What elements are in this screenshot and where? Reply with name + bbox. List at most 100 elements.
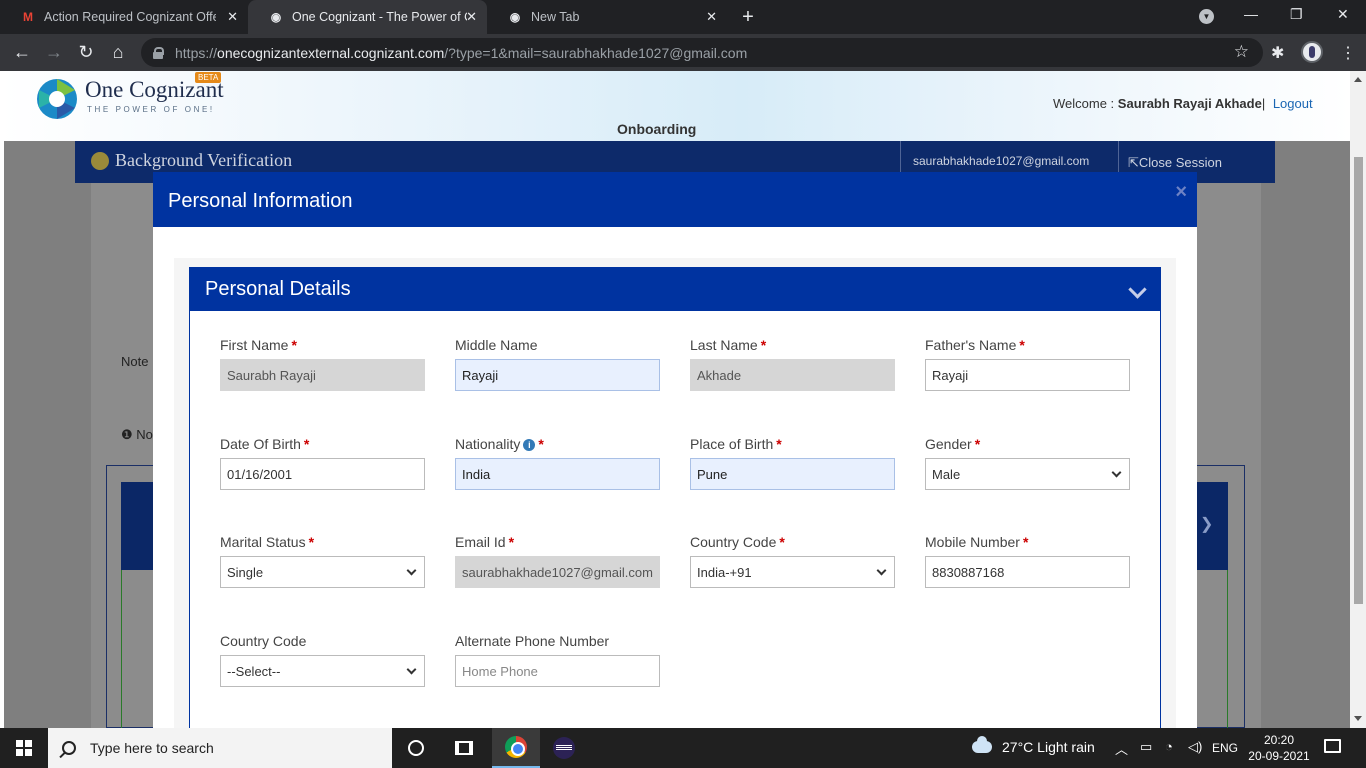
chevron-down-icon [1111,467,1122,477]
nationality-input[interactable]: India [455,458,660,490]
personal-details-panel: Personal Details First Name * Saurabh Ray… [189,267,1161,728]
minimize-icon[interactable]: — [1244,6,1258,22]
panel-header[interactable]: Personal Details [190,268,1160,311]
menu-kebab-icon[interactable]: ⋮ [1340,43,1356,63]
forward-icon[interactable]: → [44,42,64,63]
search-icon [62,741,76,755]
restore-icon[interactable]: ❐ [1290,6,1303,23]
gender-select[interactable]: Male [925,458,1130,490]
task-view-button[interactable] [440,728,488,768]
cortana-button[interactable] [392,728,440,768]
country-code-select[interactable]: India-+91 [690,556,895,588]
tab-search-icon[interactable]: ▼ [1199,9,1214,24]
page-scrollbar[interactable] [1350,71,1366,728]
close-icon[interactable]: ✕ [706,9,717,25]
chevron-down-icon: ❯ [1200,516,1214,533]
task-view-icon [455,741,473,755]
scroll-up-icon[interactable] [1354,77,1362,82]
close-icon[interactable]: ✕ [227,9,238,25]
marital-status-label: Marital Status [220,534,306,550]
chevron-up-icon[interactable]: ︿ [1115,739,1128,758]
dob-input[interactable]: 01/16/2001 [220,458,425,490]
father-name-input[interactable]: Rayaji [925,359,1130,391]
close-session-button[interactable]: ⇱Close Session [1128,155,1222,171]
marital-status-select[interactable]: Single [220,556,425,588]
bookmark-star-icon[interactable]: ☆ [1234,42,1249,62]
eclipse-icon [553,737,575,759]
mobile-number-label: Mobile Number [925,534,1020,550]
back-icon[interactable]: ← [12,42,32,63]
mobile-number-input[interactable]: 8830887168 [925,556,1130,588]
first-name-input[interactable]: Saurabh Rayaji [220,359,425,391]
alt-phone-input[interactable]: Home Phone [455,655,660,687]
info-icon[interactable]: i [523,439,536,451]
chrome-icon: ◉ [509,10,521,24]
taskbar-search[interactable]: Type here to search [48,728,392,768]
cortana-icon [408,740,424,756]
first-name-label: First Name [220,337,289,353]
info-icon: ❶ [121,427,133,442]
alt-country-code-select[interactable]: --Select-- [220,655,425,687]
email-label: Email Id [455,534,506,550]
notifications-icon[interactable] [1324,739,1341,753]
tab-gmail[interactable]: M Action Required Cognizant Offer ✕ [0,0,248,34]
page-viewport: One Cognizant BETA THE POWER OF ONE! Wel… [0,71,1350,728]
nationality-field: Nationality i * India [455,436,660,490]
tab-new-tab[interactable]: ◉ New Tab ✕ [487,0,727,34]
system-clock[interactable]: 20:20 20-09-2021 [1248,732,1310,764]
alt-phone-field: Alternate Phone Number Home Phone [455,633,660,687]
taskbar-eclipse[interactable] [540,728,588,768]
email-input[interactable]: saurabhakhade1027@gmail.com [455,556,660,588]
address-bar[interactable]: https://onecognizantexternal.cognizant.c… [141,38,1263,67]
profile-avatar[interactable] [1301,41,1323,63]
middle-name-input[interactable]: Rayaji [455,359,660,391]
alt-phone-label: Alternate Phone Number [455,633,610,649]
background-verification-title: Background Verification [115,150,293,170]
logo-tagline: THE POWER OF ONE! [87,105,215,114]
chevron-down-icon[interactable] [1128,280,1147,299]
new-tab-button[interactable]: + [738,6,758,29]
wifi-icon[interactable]: ◔ [1165,739,1173,754]
background-note: Note [121,354,149,369]
reload-icon[interactable]: ↻ [76,42,96,63]
middle-name-field: Middle Name Rayaji [455,337,660,391]
taskbar-chrome[interactable] [492,728,540,768]
tab-one-cognizant[interactable]: ◉ One Cognizant - The Power of On ✕ [248,0,487,34]
place-of-birth-input[interactable]: Pune [690,458,895,490]
scroll-thumb[interactable] [1354,157,1363,604]
weather-widget[interactable]: 27°C Light rain [972,736,1095,755]
last-name-field: Last Name * Akhade [690,337,895,391]
battery-icon[interactable]: ▭ [1140,739,1152,755]
alt-country-code-field: Country Code --Select-- [220,633,425,687]
dob-label: Date Of Birth [220,436,301,452]
tab-title: Action Required Cognizant Offer [44,10,216,24]
logout-icon: ⇱ [1128,155,1139,170]
scroll-down-icon[interactable] [1354,716,1362,721]
one-cognizant-logo-icon [37,79,77,119]
close-icon[interactable]: ✕ [466,9,477,25]
language-indicator[interactable]: ENG [1212,741,1238,755]
place-of-birth-field: Place of Birth * Pune [690,436,895,490]
welcome-text: Welcome : Saurabh Rayaji Akhade| Logout [1053,96,1313,111]
first-name-field: First Name * Saurabh Rayaji [220,337,425,391]
url-text[interactable]: https://onecognizantexternal.cognizant.c… [175,45,747,61]
chevron-down-icon [406,565,417,575]
home-icon[interactable]: ⌂ [108,42,128,63]
window-close-icon[interactable]: ✕ [1337,6,1349,23]
windows-taskbar: Type here to search 27°C Light rain ︿ ▭ … [0,728,1366,768]
modal-title: Personal Information [168,190,353,212]
browser-toolbar: ← → ↻ ⌂ https://onecognizantexternal.cog… [0,34,1366,71]
gender-field: Gender * Male [925,436,1130,490]
start-button[interactable] [0,728,48,768]
modal-header: Personal Information × [153,172,1197,227]
father-name-field: Father's Name * Rayaji [925,337,1130,391]
tab-title: One Cognizant - The Power of On [292,10,467,24]
country-code-field: Country Code * India-+91 [690,534,895,588]
logout-link[interactable]: Logout [1273,96,1313,111]
country-code-label: Country Code [690,534,777,550]
volume-icon[interactable]: ◁) [1188,739,1202,755]
last-name-input[interactable]: Akhade [690,359,895,391]
extensions-icon[interactable]: ✱ [1271,43,1284,63]
modal-close-icon[interactable]: × [1175,181,1187,204]
nationality-label: Nationality [455,436,521,452]
